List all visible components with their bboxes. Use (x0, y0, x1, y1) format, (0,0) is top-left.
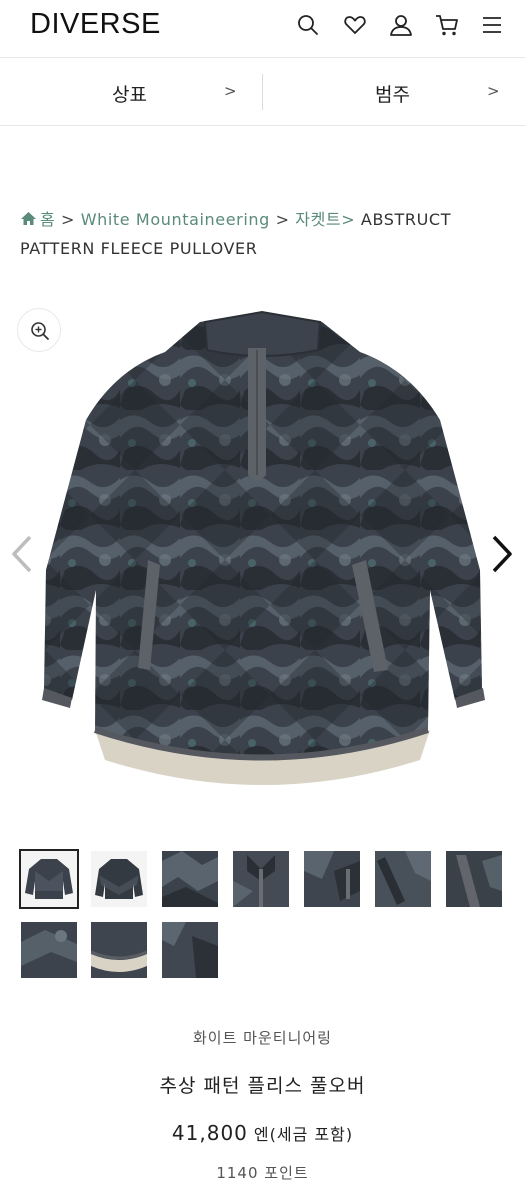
thumbnail-7[interactable] (446, 851, 502, 907)
gallery-next-button[interactable] (486, 533, 516, 575)
heart-icon[interactable] (342, 12, 368, 38)
product-points: 1140 포인트 (216, 1164, 309, 1182)
thumbnail-8[interactable] (21, 922, 77, 978)
category-brand-label: 상표 (112, 84, 147, 106)
menu-icon[interactable] (479, 12, 505, 38)
thumbnail-5[interactable] (304, 851, 360, 907)
zoom-in-icon (31, 322, 49, 340)
user-icon[interactable] (388, 12, 414, 38)
breadcrumb-category[interactable]: 자켓트> (295, 210, 355, 229)
breadcrumb-separator: > (61, 210, 76, 229)
product-name: 추상 패턴 플리스 풀오버 (159, 1075, 366, 1097)
breadcrumb: 홈 > White Mountaineering > 자켓트> ABSTRUCT… (20, 205, 480, 263)
thumbnail-image (91, 851, 147, 907)
category-brand-dropdown[interactable]: 상표 > (0, 58, 262, 126)
thumbnail-9[interactable] (91, 922, 147, 978)
thumbnail-image (375, 851, 431, 907)
thumbnail-6[interactable] (375, 851, 431, 907)
thumbnail-image (21, 851, 77, 907)
fleece-pullover-illustration (42, 310, 485, 785)
breadcrumb-brand[interactable]: White Mountaineering (81, 210, 270, 229)
thumbnail-image (446, 851, 502, 907)
chevron-right-icon (492, 535, 512, 573)
price-value: 41,800 (171, 1121, 248, 1145)
thumbnail-10[interactable] (162, 922, 218, 978)
search-icon[interactable] (295, 12, 321, 38)
thumbnail-1[interactable] (19, 849, 79, 909)
breadcrumb-home-label: 홈 (40, 210, 56, 229)
cart-icon[interactable] (434, 12, 460, 38)
thumbnail-image (162, 851, 218, 907)
thumbnail-3[interactable] (162, 851, 218, 907)
site-logo[interactable]: DIVERSE (30, 8, 161, 41)
category-brand-arrow-icon: > (224, 82, 237, 100)
product-price: 41,800 엔(세금 포함) (0, 1121, 525, 1145)
breadcrumb-separator: > (275, 210, 290, 229)
home-icon (21, 212, 36, 225)
thumbnail-image (162, 922, 218, 978)
thumbnail-image (304, 851, 360, 907)
category-bar: 상표 > 범주 > (0, 58, 525, 126)
category-type-arrow-icon: > (487, 82, 500, 100)
thumbnail-4[interactable] (233, 851, 289, 907)
chevron-left-icon (12, 535, 32, 573)
category-type-label: 범주 (375, 84, 410, 106)
breadcrumb-home[interactable]: 홈 (20, 210, 55, 229)
zoom-button[interactable] (17, 308, 61, 352)
thumbnail-image (21, 922, 77, 978)
site-header: DIVERSE (0, 0, 525, 58)
thumbnail-2[interactable] (91, 851, 147, 907)
thumbnail-image (233, 851, 289, 907)
thumbnail-image (91, 922, 147, 978)
gallery-prev-button[interactable] (8, 533, 38, 575)
category-type-dropdown[interactable]: 범주 > (263, 58, 525, 126)
price-unit: 엔(세금 포함) (253, 1125, 354, 1144)
product-brand[interactable]: 화이트 마운티니어링 (0, 1027, 525, 1048)
main-product-image[interactable] (0, 290, 525, 815)
